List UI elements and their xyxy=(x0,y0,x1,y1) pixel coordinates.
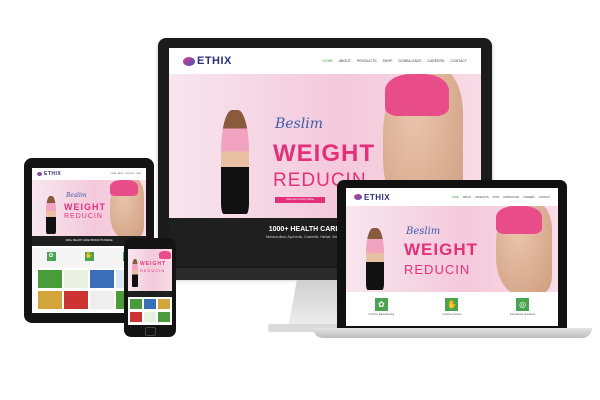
product-thumb[interactable] xyxy=(144,312,156,322)
brand-name: Beslim xyxy=(66,192,87,199)
desktop-navbar: ETHIX HOME ABOUT PRODUCTS SHOP DOWNLOADS… xyxy=(169,48,481,74)
sports-bra xyxy=(159,251,171,259)
phone-hero: WEIGHT REDUCIN xyxy=(128,249,172,291)
tablet-navbar: ETHIX HOME ABOUT PRODUCTS SHOP xyxy=(32,168,146,180)
laptop-navbar: ETHIX HOME ABOUT PRODUCTS SHOP DOWNLOADS… xyxy=(346,188,558,206)
home-button[interactable] xyxy=(145,327,156,336)
product-thumb[interactable] xyxy=(38,291,62,309)
laptop-base xyxy=(313,328,592,338)
logo-icon xyxy=(37,172,42,176)
tablet-menu: HOME ABOUT PRODUCTS SHOP xyxy=(111,174,141,175)
headline-weight: WEIGHT xyxy=(140,261,166,267)
laptop-screen: ETHIX HOME ABOUT PRODUCTS SHOP DOWNLOADS… xyxy=(346,188,558,326)
feature-label: Full Time Manufacturing xyxy=(368,313,395,316)
site-logo[interactable]: ETHIX xyxy=(183,55,232,67)
laptop-logo[interactable]: ETHIX xyxy=(354,193,390,202)
leaf-icon: ✿ xyxy=(374,298,388,311)
product-thumb[interactable] xyxy=(64,291,88,309)
nav-home[interactable]: HOME xyxy=(322,59,333,63)
logo-text: ETHIX xyxy=(44,171,62,177)
headline-weight: WEIGHT xyxy=(404,240,478,259)
feature-international: ◎ International Operations xyxy=(493,294,553,326)
model-image xyxy=(132,259,138,287)
nav-products[interactable]: PRODUCTS xyxy=(357,59,377,63)
laptop-hero: Beslim WEIGHT REDUCIN xyxy=(346,206,558,292)
nav-careers[interactable]: CAREERS xyxy=(427,59,444,63)
feature-customer-service: ✋ Customer Service xyxy=(422,294,482,326)
tablet-logo[interactable]: ETHIX xyxy=(37,171,61,177)
desktop-menu: HOME ABOUT PRODUCTS SHOP DOWNLOADS CAREE… xyxy=(322,59,467,63)
product-thumb[interactable] xyxy=(130,312,142,322)
nav-about[interactable]: ABOUT xyxy=(463,196,471,199)
product-thumb[interactable] xyxy=(64,270,88,288)
nav-downloads[interactable]: DOWNLOADS xyxy=(398,59,421,63)
sports-bra xyxy=(496,206,542,234)
product-thumb[interactable] xyxy=(144,299,156,309)
feature-label: International Operations xyxy=(509,313,536,316)
logo-icon xyxy=(183,56,195,66)
nav-downloads[interactable]: DOWNLOADS xyxy=(503,196,519,199)
feature-manufacturing: ✿ Full Time Manufacturing xyxy=(351,294,411,326)
nav-shop[interactable]: SHOP xyxy=(383,59,393,63)
model-image xyxy=(221,110,249,214)
nav-contact[interactable]: CONTACT xyxy=(450,59,467,63)
nav-careers[interactable]: CAREERS xyxy=(523,196,535,199)
handshake-icon: ✋ xyxy=(445,298,459,311)
nav-shop[interactable]: SHOP xyxy=(493,196,500,199)
nav-home[interactable]: HOME xyxy=(452,196,459,199)
brand-name: Beslim xyxy=(406,226,441,237)
model-image xyxy=(46,196,56,234)
phone-product-grid xyxy=(130,299,170,323)
product-thumb[interactable] xyxy=(158,312,170,322)
nav-home[interactable]: HOME xyxy=(111,174,116,175)
headline-reducin: REDUCIN xyxy=(140,268,166,273)
feature-label: Customer Service xyxy=(442,313,462,316)
sports-bra xyxy=(110,180,138,196)
product-thumb[interactable] xyxy=(158,299,170,309)
laptop-lid: ETHIX HOME ABOUT PRODUCTS SHOP DOWNLOADS… xyxy=(337,180,567,330)
sports-bra xyxy=(385,74,449,116)
laptop-device: ETHIX HOME ABOUT PRODUCTS SHOP DOWNLOADS… xyxy=(313,180,592,340)
logo-text: ETHIX xyxy=(364,192,391,202)
product-thumb[interactable] xyxy=(38,270,62,288)
phone-device: WEIGHT REDUCIN xyxy=(124,238,176,337)
handshake-icon: ✋ xyxy=(84,252,94,261)
product-thumb[interactable] xyxy=(90,291,114,309)
nav-shop[interactable]: SHOP xyxy=(136,174,141,175)
leaf-icon: ✿ xyxy=(46,252,56,261)
phone-screen: WEIGHT REDUCIN xyxy=(128,249,172,325)
nav-products[interactable]: PRODUCTS xyxy=(475,196,488,199)
laptop-feature-row: ✿ Full Time Manufacturing ✋ Customer Ser… xyxy=(346,294,558,326)
phone-band xyxy=(128,291,172,297)
product-thumb[interactable] xyxy=(130,299,142,309)
headline-reducin: REDUCIN xyxy=(404,262,471,277)
headline-weight: WEIGHT xyxy=(64,202,106,212)
headline-weight: WEIGHT xyxy=(273,140,375,167)
globe-icon: ◎ xyxy=(516,298,530,311)
nav-contact[interactable]: CONTACT xyxy=(539,196,550,199)
nav-about[interactable]: ABOUT xyxy=(118,174,124,175)
nav-about[interactable]: ABOUT xyxy=(339,59,351,63)
model-image xyxy=(366,228,384,290)
tablet-hero: Beslim WEIGHT REDUCIN xyxy=(32,180,146,236)
product-thumb[interactable] xyxy=(90,270,114,288)
logo-icon xyxy=(354,194,362,200)
brand-name: Beslim xyxy=(275,116,323,132)
logo-text: ETHIX xyxy=(197,55,232,67)
headline-reducin: REDUCIN xyxy=(64,213,103,220)
nav-products[interactable]: PRODUCTS xyxy=(126,174,135,175)
laptop-menu: HOME ABOUT PRODUCTS SHOP DOWNLOADS CAREE… xyxy=(452,196,550,199)
